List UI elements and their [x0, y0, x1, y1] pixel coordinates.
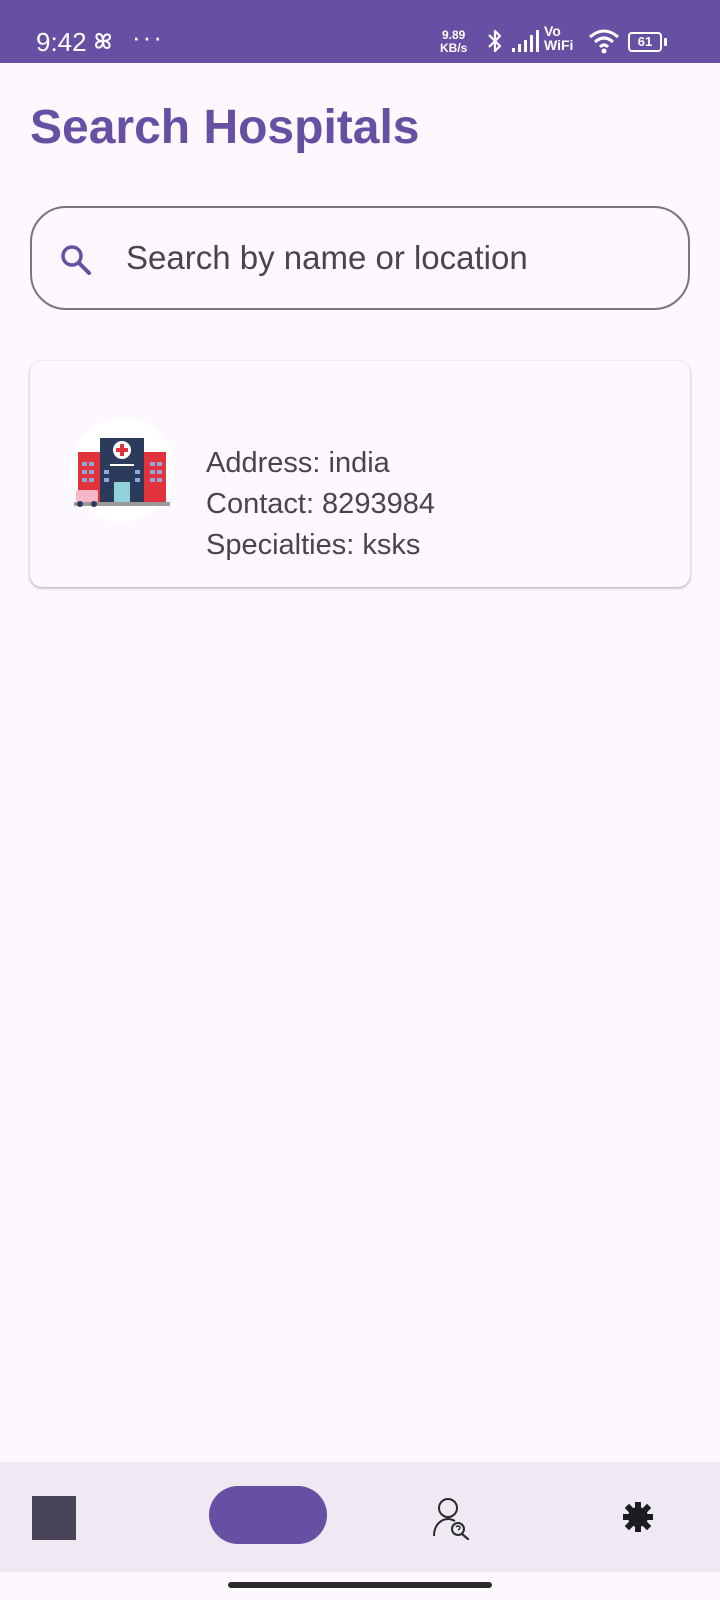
- status-overflow-dots: ···: [132, 22, 164, 52]
- gear-icon[interactable]: [620, 1499, 656, 1535]
- vowifi-indicator: Vo WiFi: [544, 24, 573, 52]
- search-icon: [61, 245, 91, 275]
- vowifi-vo: Vo: [544, 23, 561, 39]
- bottom-navigation: [0, 1462, 720, 1572]
- search-box[interactable]: [30, 206, 690, 310]
- hospital-address: Address: india: [206, 447, 390, 479]
- hospital-details: Address: india Contact: 8293984 Specialt…: [206, 443, 435, 566]
- battery-tip: [664, 38, 667, 46]
- hospital-card[interactable]: Address: india Contact: 8293984 Specialt…: [30, 361, 690, 587]
- status-time: 9:42: [36, 27, 87, 57]
- pinwheel-icon: [94, 32, 112, 50]
- hospital-building-icon: [70, 418, 174, 522]
- bluetooth-icon: [488, 29, 502, 53]
- page-title: Search Hospitals: [30, 101, 420, 154]
- battery-icon: 61: [628, 32, 668, 52]
- hospital-specialties: Specialties: ksks: [206, 529, 421, 561]
- cellular-signal-icon: [512, 30, 539, 52]
- vowifi-wifi: WiFi: [544, 37, 574, 53]
- square-icon[interactable]: [32, 1496, 76, 1540]
- network-speed-unit: KB/s: [440, 41, 468, 55]
- home-indicator[interactable]: [228, 1582, 492, 1588]
- hospital-contact: Contact: 8293984: [206, 488, 435, 520]
- person-search-icon[interactable]: [432, 1496, 472, 1540]
- network-speed: 9.89 KB/s: [440, 29, 467, 55]
- battery-level: 61: [637, 34, 653, 49]
- wifi-icon: [589, 29, 619, 54]
- status-bar: 9:42 ··· 9.89 KB/s Vo WiFi 61: [0, 0, 720, 63]
- active-pill-icon[interactable]: [209, 1486, 327, 1544]
- search-input[interactable]: [126, 236, 666, 280]
